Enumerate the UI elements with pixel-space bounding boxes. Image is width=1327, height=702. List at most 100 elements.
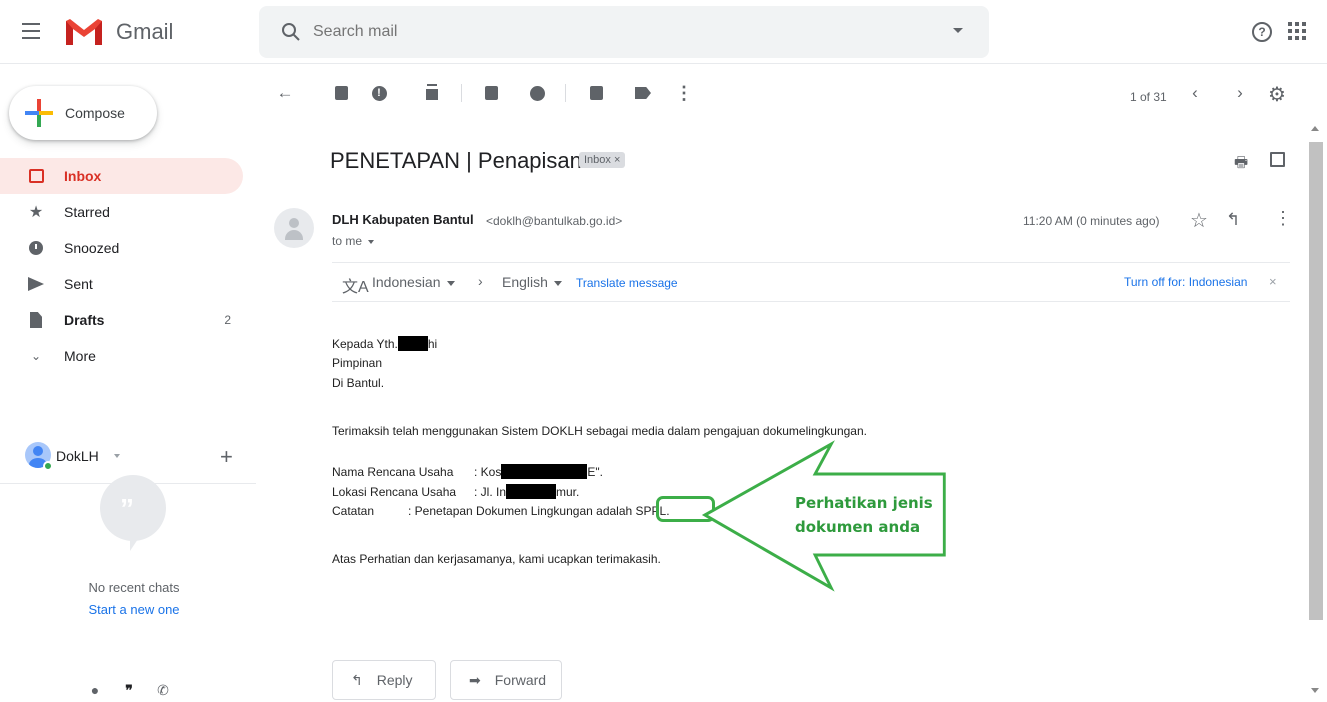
close-translate-icon[interactable]: × [1269, 274, 1277, 289]
add-chat-icon[interactable]: + [220, 444, 233, 470]
sidebar-item-label: Starred [64, 204, 110, 220]
email-view: PENETAPAN | Penapisan Inbox × 🖶 DLH Kabu… [258, 122, 1308, 702]
body-line-greeting: Kepada Yth. hi [332, 336, 437, 351]
report-spam-icon[interactable]: ! [368, 82, 390, 104]
sidebar-item-label: Snoozed [64, 240, 120, 256]
main-menu-icon[interactable] [18, 18, 44, 44]
source-language-select[interactable]: Indonesian [372, 274, 455, 290]
forward-button[interactable]: ➡ Forward [450, 660, 562, 700]
recipient-caret-icon[interactable] [368, 239, 375, 244]
forward-label: Forward [494, 672, 547, 688]
message-toolbar: ← ! ⋮ 1 of 31 ‹ › ⚙ [258, 64, 1327, 122]
drafts-count: 2 [224, 313, 231, 327]
print-icon[interactable]: 🖶 [1234, 152, 1250, 171]
phone-icon[interactable]: ✆ [155, 682, 171, 698]
toolbar-divider [461, 84, 462, 102]
lokasi-label: Lokasi Rencana Usaha [332, 485, 457, 499]
more-vert-icon[interactable]: ⋮ [1274, 208, 1292, 229]
gmail-logo[interactable]: Gmail [64, 14, 173, 50]
translate-icon: 文A [342, 279, 369, 296]
scrollbar[interactable] [1307, 122, 1327, 702]
nama-label: Nama Rencana Usaha [332, 465, 454, 479]
target-language-select[interactable]: English [502, 274, 562, 290]
search-bar[interactable] [259, 6, 989, 58]
archive-icon[interactable] [330, 82, 352, 104]
back-arrow-icon[interactable]: ← [274, 82, 296, 104]
scrollbar-thumb[interactable] [1309, 142, 1323, 620]
body-line-closing: Atas Perhatian dan kerjasamanya, kami uc… [332, 552, 661, 566]
contacts-icon[interactable]: ● [87, 682, 103, 698]
sidebar-item-snoozed[interactable]: Snoozed [0, 230, 243, 266]
sidebar-item-label: Sent [64, 276, 93, 292]
compose-button[interactable]: Compose [9, 86, 157, 140]
translate-message-link[interactable]: Translate message [576, 276, 678, 290]
no-chats-text: No recent chats [88, 580, 180, 595]
star-outline-icon[interactable]: ☆ [1190, 208, 1208, 233]
search-icon[interactable] [269, 10, 313, 54]
target-language: English [502, 274, 548, 290]
more-vert-icon[interactable]: ⋮ [673, 82, 695, 104]
settings-gear-icon[interactable]: ⚙ [1268, 82, 1286, 107]
sidebar-item-sent[interactable]: Sent [0, 266, 243, 302]
body-line-nama: Nama Rencana Usaha : Kos E". [332, 464, 603, 479]
sidebar-item-label: Inbox [64, 168, 102, 184]
older-chevron-icon[interactable]: › [1229, 82, 1251, 104]
hangouts-footer: ● ❞ ✆ [0, 678, 256, 700]
redaction-block [397, 336, 428, 351]
body-line-location: Di Bantul. [332, 376, 385, 390]
scroll-down-arrow-icon[interactable] [1311, 688, 1319, 693]
delete-icon[interactable] [421, 82, 443, 104]
open-new-window-icon[interactable] [1270, 152, 1285, 167]
redaction-block [506, 484, 557, 499]
search-input[interactable] [313, 23, 913, 41]
compose-label: Compose [65, 105, 125, 121]
label-icon[interactable] [632, 82, 654, 104]
thanks-suffix: lingkungan. [805, 424, 867, 438]
apps-grid-icon[interactable] [1288, 22, 1306, 40]
snooze-icon[interactable] [526, 82, 548, 104]
sidebar-item-more[interactable]: ⌄ More [0, 338, 243, 374]
sidebar-item-starred[interactable]: ★ Starred [0, 194, 243, 230]
move-to-icon[interactable] [585, 82, 607, 104]
sender-name[interactable]: DLH Kabupaten Bantul [332, 212, 474, 227]
sidebar-item-label: More [64, 348, 96, 364]
chevron-down-icon: ⌄ [30, 349, 42, 363]
email-subject: PENETAPAN | Penapisan [330, 148, 582, 173]
thanks-text: Terimaksih telah menggunakan Sistem DOKL… [332, 424, 806, 438]
source-caret-icon [446, 280, 455, 286]
account-caret-icon[interactable] [114, 454, 120, 458]
search-options-caret-icon[interactable] [953, 28, 963, 33]
start-new-chat-link[interactable]: Start a new one [0, 602, 268, 617]
catatan-value: : Penetapan Dokumen Lingkungan adalah [408, 504, 633, 518]
compose-plus-icon [23, 97, 55, 129]
sidebar-item-label: Drafts [64, 312, 105, 328]
recipient-text: to me [332, 234, 363, 248]
inbox-label-chip[interactable]: Inbox × [579, 152, 626, 168]
newer-chevron-icon[interactable]: ‹ [1184, 82, 1206, 104]
nama-value: : Kos [474, 465, 502, 479]
email-timestamp: 11:20 AM (0 minutes ago) [1023, 214, 1160, 228]
mark-unread-icon[interactable] [480, 82, 502, 104]
turn-off-translate-link[interactable]: Turn off for: Indonesian [1124, 275, 1247, 289]
scroll-up-arrow-icon[interactable] [1311, 126, 1319, 131]
sidebar-item-drafts[interactable]: Drafts 2 [0, 302, 243, 338]
annotation-text: Perhatikan jenis dokumen anda [795, 491, 933, 539]
hangouts-icon[interactable]: ❞ [121, 682, 137, 698]
top-header: Gmail ? [0, 0, 1327, 64]
inbox-icon [26, 166, 46, 186]
sidebar-item-inbox[interactable]: Inbox [0, 158, 243, 194]
recipient-details[interactable]: to me [332, 234, 375, 248]
reply-button[interactable]: ↰ Reply [332, 660, 436, 700]
account-name[interactable]: DokLH [56, 448, 99, 464]
annotation-line-1: Perhatikan jenis [795, 494, 933, 512]
chevron-right-icon: › [478, 273, 483, 289]
reply-icon[interactable]: ↰ [1226, 210, 1240, 230]
help-icon[interactable]: ? [1252, 22, 1272, 42]
folder-nav: Inbox ★ Starred Snoozed Sent Drafts 2 ⌄ … [0, 158, 256, 374]
translate-bar: 文A Indonesian › English Translate messag… [332, 262, 1290, 302]
toolbar-divider [565, 84, 566, 102]
nama-value-end: E". [587, 465, 603, 479]
lokasi-value: : Jl. In [474, 485, 507, 499]
body-line-catatan: Catatan: Penetapan Dokumen Lingkungan ad… [332, 504, 670, 518]
sidebar: Compose Inbox ★ Starred Snoozed Sent Dra… [0, 64, 256, 702]
